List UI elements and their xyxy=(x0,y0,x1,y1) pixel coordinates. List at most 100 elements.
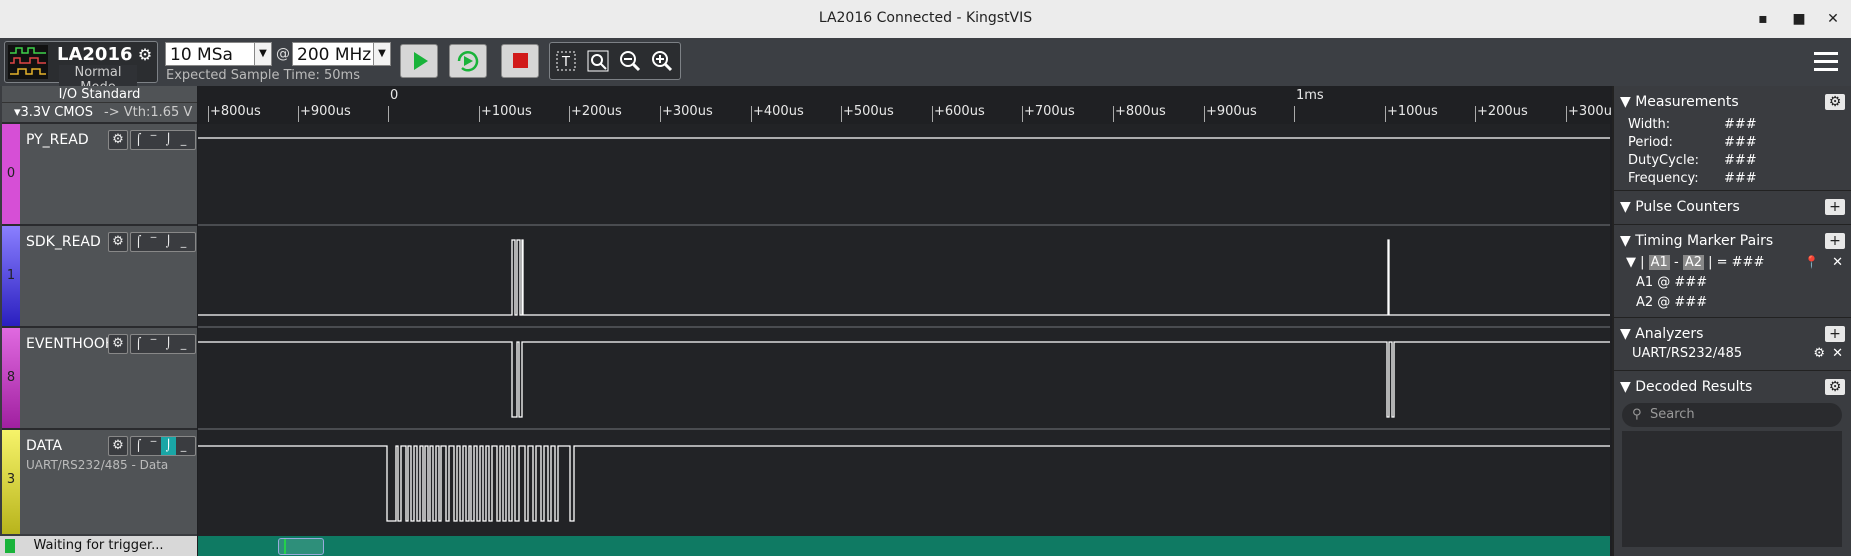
measurements-header[interactable]: ▼ Measurements xyxy=(1620,94,1739,110)
device-name: LA2016 xyxy=(57,44,133,65)
add-pulse-counter-button[interactable]: + xyxy=(1825,199,1845,215)
channel-settings-gear-icon[interactable]: ⚙ xyxy=(108,436,128,456)
zoom-tool-group: T xyxy=(549,42,681,80)
channel-number: 8 xyxy=(6,370,16,385)
channel-row[interactable]: 8 EVENTHOOK ⚙ ⌠ ‾ ⌡ _ xyxy=(2,328,197,430)
pulse-counters-section: ▼ Pulse Counters + xyxy=(1614,191,1851,225)
ruler-tick-mark xyxy=(1022,106,1023,122)
right-panel: ▼ Measurements ⚙ Width: ### Period: ### Du… xyxy=(1612,86,1851,556)
at-label: @ xyxy=(276,46,290,62)
channel-name[interactable]: SDK_READ xyxy=(26,234,101,250)
measurements-section: ▼ Measurements ⚙ Width: ### Period: ### Du… xyxy=(1614,86,1851,191)
falling-edge-icon[interactable]: ⌡ xyxy=(161,131,176,149)
channel-settings-gear-icon[interactable]: ⚙ xyxy=(108,334,128,354)
low-level-icon[interactable]: _ xyxy=(176,335,191,353)
io-standard-header[interactable]: I/O Standard ▾3.3V CMOS -> Vth:1.65 V xyxy=(2,86,197,124)
falling-edge-icon[interactable]: ⌡ xyxy=(161,437,176,455)
ruler-tick-label: +600us xyxy=(934,104,985,119)
channel-row[interactable]: 3 DATA UART/RS232/485 - Data ⚙ ⌠ ‾ ⌡ _ xyxy=(2,430,197,534)
stop-button[interactable] xyxy=(501,44,539,78)
stop-icon xyxy=(513,53,528,68)
io-standard-label: I/O Standard xyxy=(2,87,197,103)
rising-edge-icon[interactable]: ⌠ xyxy=(131,335,146,353)
channel-name[interactable]: EVENTHOOK xyxy=(26,336,114,352)
low-level-icon[interactable]: _ xyxy=(176,131,191,149)
ruler-tick-label: +400us xyxy=(753,104,804,119)
measurements-settings-gear-icon[interactable]: ⚙ xyxy=(1825,94,1845,110)
decoded-results-list[interactable] xyxy=(1622,431,1842,547)
ruler-tick-mark xyxy=(1566,106,1567,122)
low-level-icon[interactable]: _ xyxy=(176,233,191,251)
timing-marker-header[interactable]: ▼ Timing Marker Pairs xyxy=(1620,233,1773,249)
chevron-down-icon: ▼ xyxy=(254,43,271,65)
text-tool-icon[interactable]: T xyxy=(552,47,580,75)
ruler-tick-label: +200us xyxy=(1477,104,1528,119)
close-icon[interactable]: ✕ xyxy=(1832,346,1843,361)
close-icon[interactable]: ✕ xyxy=(1822,8,1844,30)
low-level-icon[interactable]: _ xyxy=(176,437,191,455)
add-timing-marker-button[interactable]: + xyxy=(1825,233,1845,249)
vth-label: -> Vth:1.65 V xyxy=(104,105,193,120)
channel-name[interactable]: DATA xyxy=(26,438,62,454)
falling-edge-icon[interactable]: ⌡ xyxy=(161,335,176,353)
trigger-selector[interactable]: ⌠ ‾ ⌡ _ xyxy=(130,334,196,354)
waveform-area[interactable] xyxy=(198,124,1610,536)
search-input[interactable]: ⚲ Search xyxy=(1622,403,1842,427)
marker-a2-position: A2 @ ### xyxy=(1636,295,1708,310)
play-icon xyxy=(414,52,428,70)
rising-edge-icon[interactable]: ⌠ xyxy=(131,131,146,149)
channel-row[interactable]: 1 SDK_READ ⚙ ⌠ ‾ ⌡ _ xyxy=(2,226,197,328)
io-standard-value[interactable]: ▾3.3V CMOS xyxy=(14,105,93,120)
add-analyzer-button[interactable]: + xyxy=(1825,326,1845,342)
measurement-row: Period: ### xyxy=(1628,135,1757,150)
sample-rate-select[interactable]: 200 MHz ▼ xyxy=(292,42,391,66)
minimize-icon[interactable]: ▪ xyxy=(1752,8,1774,30)
rising-edge-icon[interactable]: ⌠ xyxy=(131,437,146,455)
timeline-scrollbar[interactable] xyxy=(198,536,1610,556)
pulse-counters-header[interactable]: ▼ Pulse Counters xyxy=(1620,199,1740,215)
channel-settings-gear-icon[interactable]: ⚙ xyxy=(108,130,128,150)
trigger-selector[interactable]: ⌠ ‾ ⌡ _ xyxy=(130,232,196,252)
analyzer-settings-gear-icon[interactable]: ⚙ xyxy=(1813,346,1825,361)
trigger-selector[interactable]: ⌠ ‾ ⌡ _ xyxy=(130,436,196,456)
falling-edge-icon[interactable]: ⌡ xyxy=(161,233,176,251)
rising-edge-icon[interactable]: ⌠ xyxy=(131,233,146,251)
marker-a2-label[interactable]: A2 xyxy=(1682,255,1704,270)
zoom-out-icon[interactable] xyxy=(616,47,644,75)
sample-depth-select[interactable]: 10 MSa ▼ xyxy=(165,42,272,66)
high-level-icon[interactable]: ‾ xyxy=(146,233,161,251)
pin-icon[interactable]: 📍 xyxy=(1804,255,1819,269)
marker-a1-label[interactable]: A1 xyxy=(1648,255,1670,270)
ruler-tick-mark xyxy=(1475,106,1476,122)
channel-row[interactable]: 0 PY_READ ⚙ ⌠ ‾ ⌡ _ xyxy=(2,124,197,226)
high-level-icon[interactable]: ‾ xyxy=(146,437,161,455)
close-icon[interactable]: ✕ xyxy=(1832,255,1843,270)
expected-sample-time: Expected Sample Time: 50ms xyxy=(166,68,360,83)
decoded-results-header[interactable]: ▼ Decoded Results xyxy=(1620,379,1752,395)
ruler-tick-mark xyxy=(932,106,933,122)
scrollbar-thumb[interactable] xyxy=(278,538,324,555)
ruler-tick-label: +700us xyxy=(1024,104,1075,119)
decoded-settings-gear-icon[interactable]: ⚙ xyxy=(1825,379,1845,395)
analyzers-header[interactable]: ▼ Analyzers xyxy=(1620,326,1703,342)
ruler-tick-label: +500us xyxy=(843,104,894,119)
channel-name[interactable]: PY_READ xyxy=(26,132,89,148)
analyzer-item[interactable]: UART/RS232/485 xyxy=(1632,346,1742,361)
status-text: Waiting for trigger... xyxy=(33,538,164,553)
high-level-icon[interactable]: ‾ xyxy=(146,131,161,149)
device-settings-gear-icon[interactable]: ⚙ xyxy=(136,46,154,64)
maximize-icon[interactable]: ■ xyxy=(1788,8,1810,30)
timing-pair-row[interactable]: ▼ | A1 - A2 | = ### xyxy=(1626,255,1764,270)
zoom-in-icon[interactable] xyxy=(648,47,676,75)
ruler-tick-mark xyxy=(1204,106,1205,122)
start-button[interactable] xyxy=(400,44,438,78)
ruler-tick-mark xyxy=(841,106,842,122)
repeat-run-button[interactable] xyxy=(449,44,487,78)
trigger-selector[interactable]: ⌠ ‾ ⌡ _ xyxy=(130,130,196,150)
high-level-icon[interactable]: ‾ xyxy=(146,335,161,353)
sample-depth-value: 10 MSa xyxy=(170,45,233,65)
channel-settings-gear-icon[interactable]: ⚙ xyxy=(108,232,128,252)
hamburger-menu-icon[interactable] xyxy=(1814,50,1838,72)
time-ruler[interactable]: +800us +900us 0 +100us +200us +300us +400us +50… xyxy=(198,86,1619,125)
zoom-box-icon[interactable] xyxy=(584,47,612,75)
